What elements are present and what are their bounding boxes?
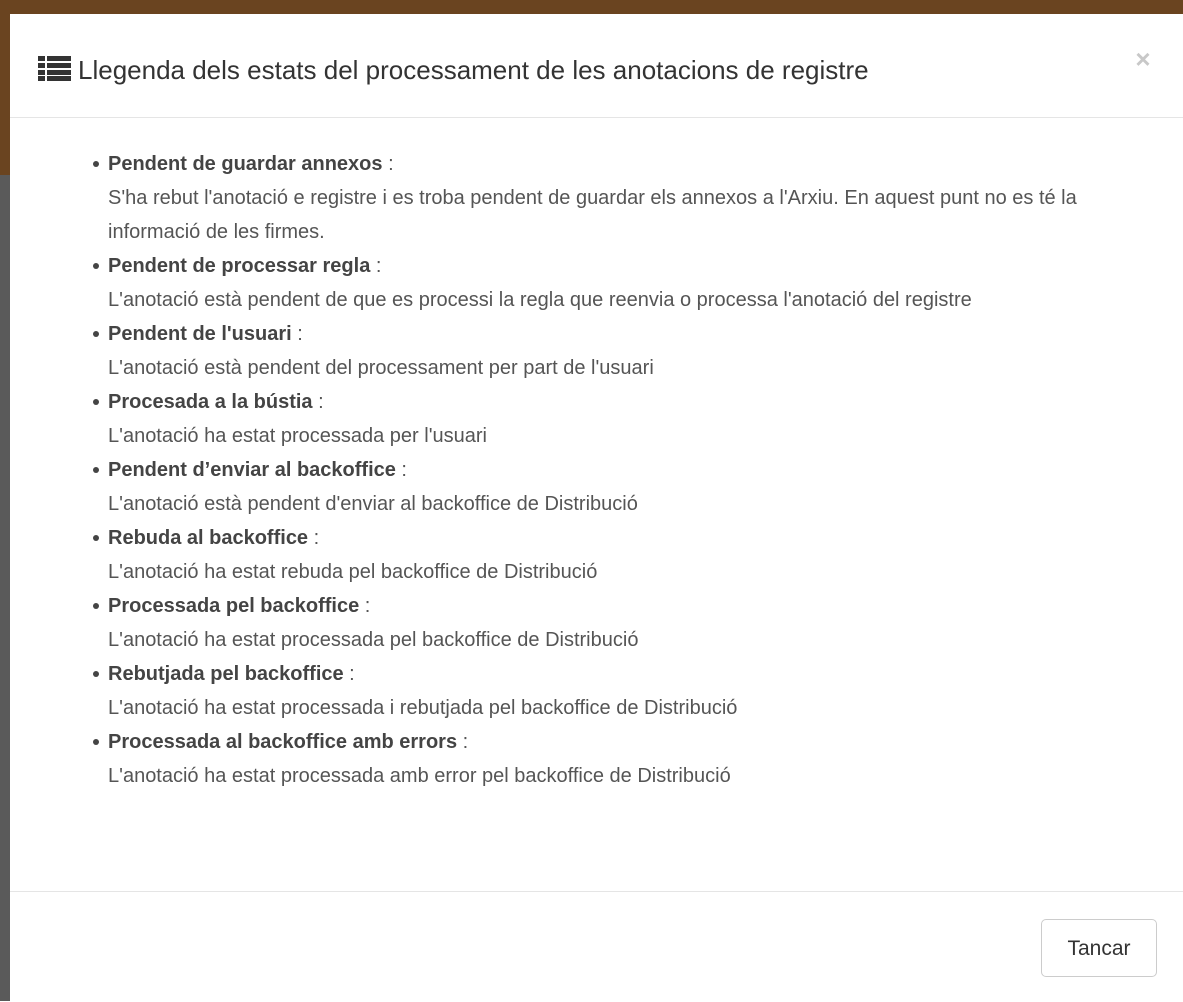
list-icon <box>38 56 71 81</box>
status-list-item: Pendent de processar regla : L'anotació e… <box>93 249 1183 317</box>
bullet-icon <box>93 671 99 677</box>
status-separator: : <box>312 391 324 413</box>
bullet-icon <box>93 739 99 745</box>
status-name: Procesada a la bústia <box>108 391 313 413</box>
status-description: L'anotació ha estat rebuda pel backoffic… <box>108 561 598 583</box>
modal-title: Llegenda dels estats del processament de… <box>78 55 869 85</box>
status-name: Pendent de guardar annexos <box>108 153 383 175</box>
status-list-item: Pendent de guardar annexos : S'ha rebut l… <box>93 147 1183 249</box>
backdrop-edge-top <box>0 0 10 175</box>
status-description: L'anotació ha estat processada pel backo… <box>108 629 639 651</box>
backdrop-top-edge <box>0 0 1183 14</box>
status-separator: : <box>343 663 355 685</box>
status-separator: : <box>359 595 371 617</box>
modal-footer: Tancar <box>10 891 1183 1002</box>
status-description: L'anotació ha estat processada amb error… <box>108 765 731 787</box>
status-name: Pendent de processar regla <box>108 255 371 277</box>
bullet-icon <box>93 467 99 473</box>
status-description: L'anotació ha estat processada per l'usu… <box>108 425 487 447</box>
status-name: Rebutjada pel backoffice <box>108 663 344 685</box>
status-legend-list: Pendent de guardar annexos : S'ha rebut l… <box>10 147 1183 793</box>
close-icon[interactable]: × <box>1128 44 1158 74</box>
bullet-icon <box>93 331 99 337</box>
bullet-icon <box>93 535 99 541</box>
bullet-icon <box>93 399 99 405</box>
bullet-icon <box>93 161 99 167</box>
status-separator: : <box>382 153 394 175</box>
status-description: L'anotació està pendent d'enviar al back… <box>108 493 638 515</box>
status-list-item: Processada pel backoffice : L'anotació ha… <box>93 589 1183 657</box>
status-list-item: Procesada a la bústia : L'anotació ha est… <box>93 385 1183 453</box>
legend-modal: Llegenda dels estats del processament de… <box>10 14 1183 1001</box>
status-description: L'anotació ha estat processada i rebutja… <box>108 697 738 719</box>
status-list-item: Rebutjada pel backoffice : L'anotació ha … <box>93 657 1183 725</box>
status-list-item: Pendent d’enviar al backoffice : L'anotac… <box>93 453 1183 521</box>
status-list-item: Processada al backoffice amb errors : L'a… <box>93 725 1183 793</box>
status-name: Pendent de l'usuari <box>108 323 292 345</box>
status-separator: : <box>457 731 469 753</box>
bullet-icon <box>93 603 99 609</box>
status-name: Processada al backoffice amb errors <box>108 731 458 753</box>
status-description: L'anotació està pendent de que es proces… <box>108 289 972 311</box>
status-name: Processada pel backoffice <box>108 595 360 617</box>
status-description: S'ha rebut l'anotació e registre i es tr… <box>108 187 1077 243</box>
status-list-item: Pendent de l'usuari : L'anotació està pen… <box>93 317 1183 385</box>
status-list-item: Rebuda al backoffice : L'anotació ha esta… <box>93 521 1183 589</box>
modal-header: Llegenda dels estats del processament de… <box>10 14 1183 118</box>
status-separator: : <box>308 527 320 549</box>
status-description: L'anotació està pendent del processament… <box>108 357 654 379</box>
status-separator: : <box>291 323 303 345</box>
status-name: Rebuda al backoffice <box>108 527 309 549</box>
status-separator: : <box>370 255 382 277</box>
modal-body: Pendent de guardar annexos : S'ha rebut l… <box>10 147 1183 793</box>
close-button[interactable]: Tancar <box>1041 919 1157 977</box>
bullet-icon <box>93 263 99 269</box>
status-separator: : <box>395 459 407 481</box>
status-name: Pendent d’enviar al backoffice <box>108 459 396 481</box>
